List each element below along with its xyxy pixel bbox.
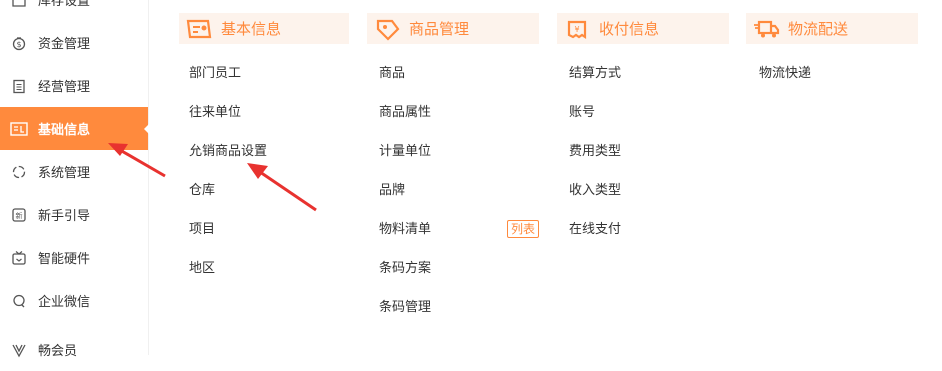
sidebar-item-hardware[interactable]: 智能硬件: [0, 236, 148, 279]
section-header-logistics: 物流配送: [746, 13, 918, 44]
menu-link-units[interactable]: 计量单位: [379, 143, 431, 161]
money-bag-icon: $: [10, 34, 28, 52]
menu-link-expense-types[interactable]: 费用类型: [569, 143, 621, 161]
menu-link-departments[interactable]: 部门员工: [189, 65, 241, 83]
menu-link-projects[interactable]: 项目: [189, 221, 215, 239]
menu-link-warehouse[interactable]: 仓库: [189, 182, 215, 200]
basic-info-menu-panel: 基本信息 部门员工 往来单位 允销商品设置 仓库 项目 地区 商品管理 商品 商…: [149, 0, 942, 355]
svg-text:¥: ¥: [574, 25, 579, 34]
section-header-products: 商品管理: [367, 13, 539, 44]
menu-link-income-types[interactable]: 收入类型: [569, 182, 621, 200]
id-card-icon: [185, 17, 215, 41]
sidebar-item-label: 系统管理: [38, 166, 91, 181]
menu-link-settlement-methods[interactable]: 结算方式: [569, 65, 621, 83]
tv-icon: [10, 249, 28, 267]
sidebar-item-system[interactable]: 系统管理: [0, 150, 148, 193]
sidebar-item-label: 畅会员: [38, 344, 78, 359]
sidebar-item-inventory[interactable]: 库存设置: [0, 0, 148, 21]
section-title: 物流配送: [788, 20, 849, 38]
svg-text:$: $: [16, 40, 21, 49]
menu-link-bom[interactable]: 物料清单: [379, 221, 431, 239]
clipboard-icon: [10, 77, 28, 95]
section-header-payments: ¥ 收付信息: [557, 13, 729, 44]
warehouse-icon: [10, 0, 28, 9]
sidebar-item-operations[interactable]: 经营管理: [0, 64, 148, 107]
menu-link-products[interactable]: 商品: [379, 65, 405, 83]
menu-link-allowed-products[interactable]: 允销商品设置: [189, 143, 267, 161]
sidebar-item-guide[interactable]: 新 新手引导: [0, 193, 148, 236]
sidebar-item-label: 企业微信: [38, 295, 91, 310]
chat-bubble-icon: [10, 292, 28, 310]
newbie-badge-icon: 新: [10, 206, 28, 224]
section-title: 基本信息: [221, 20, 282, 38]
menu-link-barcode-scheme[interactable]: 条码方案: [379, 260, 431, 278]
delivery-truck-icon: [752, 17, 782, 41]
sidebar-item-membership[interactable]: 畅会员: [0, 328, 148, 371]
sidebar-item-label: 智能硬件: [38, 252, 91, 267]
v-badge-icon: [10, 341, 28, 359]
sidebar-item-label: 基础信息: [38, 123, 91, 138]
list-tag[interactable]: 列表: [507, 220, 540, 238]
id-card-icon: [10, 120, 28, 138]
section-header-basic-info: 基本信息: [179, 13, 349, 44]
receipt-icon: ¥: [563, 17, 593, 41]
section-title: 商品管理: [409, 20, 470, 38]
svg-text:新: 新: [16, 211, 23, 220]
section-title: 收付信息: [599, 20, 660, 38]
sidebar-item-label: 经营管理: [38, 80, 91, 95]
sidebar-item-label: 资金管理: [38, 37, 91, 52]
sidebar: 库存设置 $ 资金管理 经营管理 基础信息 系统管理 新 新手引导 智能硬件 企…: [0, 0, 150, 359]
sidebar-item-funds[interactable]: $ 资金管理: [0, 21, 148, 64]
sidebar-item-label: 库存设置: [38, 0, 91, 9]
menu-link-accounts[interactable]: 账号: [569, 104, 595, 122]
price-tag-icon: [373, 17, 403, 41]
sidebar-item-label: 新手引导: [38, 209, 91, 224]
menu-link-online-payment[interactable]: 在线支付: [569, 221, 621, 239]
menu-link-regions[interactable]: 地区: [189, 260, 215, 278]
menu-link-product-attributes[interactable]: 商品属性: [379, 104, 431, 122]
sidebar-item-wecom[interactable]: 企业微信: [0, 279, 148, 322]
sidebar-item-basic-info[interactable]: 基础信息: [0, 107, 148, 150]
menu-link-barcode-management[interactable]: 条码管理: [379, 299, 431, 317]
menu-link-logistics-express[interactable]: 物流快递: [759, 65, 811, 83]
menu-link-partners[interactable]: 往来单位: [189, 104, 241, 122]
menu-link-brands[interactable]: 品牌: [379, 182, 405, 200]
loop-icon: [10, 163, 28, 181]
